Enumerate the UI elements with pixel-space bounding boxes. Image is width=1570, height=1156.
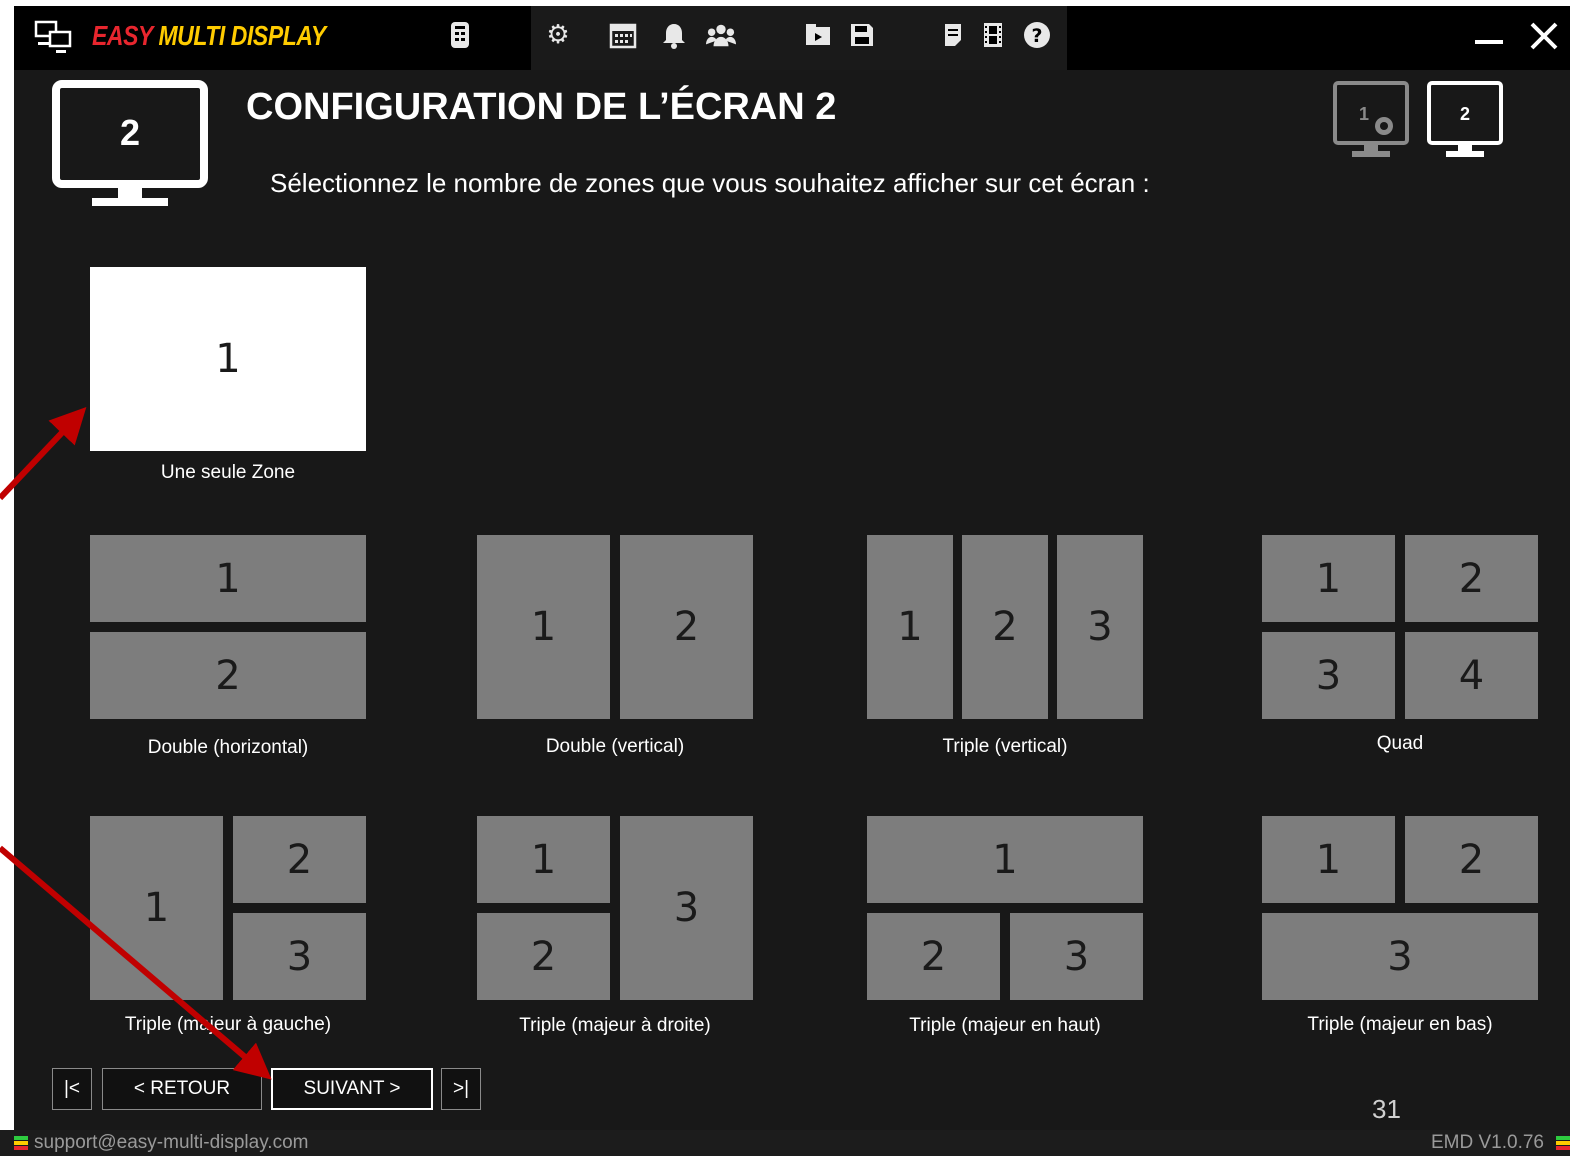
last-page-button[interactable]: >|	[441, 1068, 481, 1110]
notes-icon[interactable]	[938, 20, 968, 50]
page-title: CONFIGURATION DE L’ÉCRAN 2	[246, 86, 837, 128]
status-flag-icon	[14, 1136, 28, 1150]
zone-2: 2	[1405, 816, 1538, 903]
app-window: EASY MULTI DISPLAY ⚙ ? 2 CONFIGURATION D…	[14, 6, 1570, 1130]
layout-triple-major-top[interactable]: 1 2 3	[867, 816, 1143, 1000]
group-icon[interactable]	[706, 20, 736, 50]
status-flag-icon	[1556, 1136, 1570, 1150]
app-name: EASY MULTI DISPLAY	[92, 20, 326, 51]
zone-1: 1	[477, 535, 610, 719]
open-folder-icon[interactable]	[803, 20, 833, 50]
zone-1: 1	[867, 535, 953, 719]
next-button[interactable]: SUIVANT >	[271, 1068, 433, 1110]
help-icon[interactable]: ?	[1022, 20, 1052, 50]
layout-double-horizontal[interactable]: 1 2	[90, 535, 366, 719]
layout-triple-major-right[interactable]: 1 2 3	[477, 816, 753, 1000]
calendar-icon[interactable]	[608, 20, 638, 50]
zone-2: 2	[620, 535, 753, 719]
layout-label: Triple (majeur en haut)	[909, 1015, 1101, 1036]
page-number: 31	[1372, 1094, 1401, 1124]
screen-selector-1[interactable]: 1	[1332, 80, 1412, 164]
layout-triple-vertical[interactable]: 1 2 3	[867, 535, 1143, 719]
zone-1: 1	[90, 816, 223, 1000]
layout-label: Triple (majeur à droite)	[519, 1015, 711, 1036]
layout-label: Double (horizontal)	[147, 737, 309, 758]
support-email[interactable]: support@easy-multi-display.com	[34, 1132, 308, 1154]
screen-selector-2[interactable]: 2	[1426, 80, 1506, 164]
layout-double-vertical[interactable]: 1 2	[477, 535, 753, 719]
remote-control-icon[interactable]	[445, 20, 475, 50]
zone-3: 3	[620, 816, 753, 1000]
layout-label: Double (vertical)	[545, 736, 685, 757]
zone-3: 3	[1262, 913, 1538, 1000]
layout-label: Quad	[1376, 733, 1424, 754]
app-logo-icon	[34, 20, 72, 53]
layout-triple-major-bottom[interactable]: 1 2 3	[1262, 816, 1538, 1000]
layout-label: Une seule Zone	[160, 462, 296, 483]
zone-1: 1	[477, 816, 610, 903]
screen-selector-2-label: 2	[1459, 104, 1470, 124]
layout-label: Triple (majeur en bas)	[1307, 1014, 1493, 1035]
current-screen-number: 2	[119, 112, 141, 153]
top-toolbar: EASY MULTI DISPLAY ⚙ ?	[14, 6, 1570, 70]
zone-1: 1	[1262, 535, 1395, 622]
zone-4: 4	[1405, 632, 1538, 719]
save-icon[interactable]	[847, 20, 877, 50]
page-subtitle: Sélectionnez le nombre de zones que vous…	[270, 168, 1150, 198]
film-icon[interactable]	[978, 20, 1008, 50]
zone-2: 2	[233, 816, 366, 903]
back-button[interactable]: < RETOUR	[102, 1068, 262, 1110]
close-icon[interactable]	[1526, 18, 1562, 54]
zone-2: 2	[1405, 535, 1538, 622]
version-label: EMD V1.0.76	[1431, 1132, 1544, 1153]
zone-1: 1	[90, 267, 366, 451]
zone-1: 1	[90, 535, 366, 622]
zone-1: 1	[867, 816, 1143, 903]
first-page-button[interactable]: |<	[52, 1068, 92, 1110]
zone-1: 1	[1262, 816, 1395, 903]
zone-2: 2	[90, 632, 366, 719]
zone-2: 2	[477, 913, 610, 1000]
svg-text:?: ?	[1031, 25, 1042, 47]
status-bar: support@easy-multi-display.com EMD V1.0.…	[0, 1130, 1570, 1156]
gear-icon[interactable]: ⚙	[543, 20, 573, 50]
zone-2: 2	[867, 913, 1000, 1000]
screen-selector-1-label: 1	[1358, 104, 1369, 124]
layout-triple-major-left[interactable]: 1 2 3	[90, 816, 366, 1000]
zone-3: 3	[1010, 913, 1143, 1000]
layout-single-zone[interactable]: 1	[90, 267, 366, 451]
zone-3: 3	[1262, 632, 1395, 719]
bell-icon[interactable]	[659, 20, 689, 50]
layout-quad[interactable]: 1 2 3 4	[1262, 535, 1538, 719]
zone-3: 3	[233, 913, 366, 1000]
minimize-button[interactable]	[1470, 16, 1510, 56]
zone-2: 2	[962, 535, 1048, 719]
zone-3: 3	[1057, 535, 1143, 719]
layout-label: Triple (majeur à gauche)	[124, 1014, 332, 1035]
layout-label: Triple (vertical)	[942, 736, 1068, 757]
